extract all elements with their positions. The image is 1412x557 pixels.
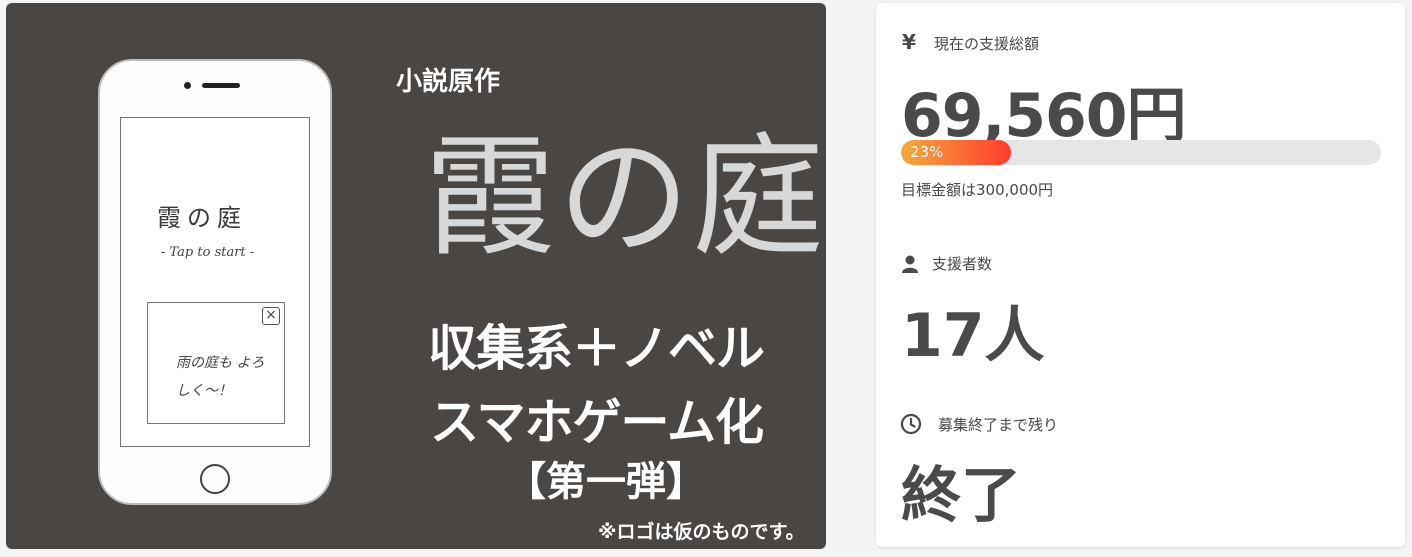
phone-illustration: 霞の庭 - Tap to start - × 雨の庭も よろしく〜！ bbox=[98, 59, 332, 505]
hero-note: ※ロゴは仮のものです。 bbox=[598, 521, 805, 543]
funding-progress-label: 23% bbox=[910, 143, 944, 161]
total-amount-label: 現在の支援総額 bbox=[934, 35, 1040, 53]
hero-subtitle: 小説原作 bbox=[396, 67, 501, 97]
remaining-label: 募集終了まで残り bbox=[938, 416, 1059, 434]
phone-screen-title: 霞の庭 bbox=[157, 204, 247, 232]
phone-home-button bbox=[200, 464, 230, 494]
supporters-value: 17人 bbox=[901, 301, 1045, 371]
phone-tap-text: - Tap to start - bbox=[161, 245, 255, 260]
yen-icon: ¥ bbox=[902, 30, 916, 54]
hero-tagline-3: 【第一弾】 bbox=[506, 459, 706, 505]
close-icon: × bbox=[262, 307, 280, 325]
person-icon bbox=[902, 255, 918, 277]
project-image: 霞の庭 - Tap to start - × 雨の庭も よろしく〜！ 小説原作 … bbox=[6, 3, 826, 549]
funding-progress-bar: 23% bbox=[901, 140, 1381, 165]
goal-amount: 目標金額は300,000円 bbox=[901, 181, 1054, 199]
funding-stats-panel: ¥ 現在の支援総額 69,560円 23% 目標金額は300,000円 支援者数… bbox=[876, 3, 1405, 547]
remaining-value: 終了 bbox=[901, 461, 1021, 531]
hero-title: 霞の庭 bbox=[424, 121, 826, 275]
hero-tagline-2: スマホゲーム化 bbox=[430, 394, 764, 451]
hero-tagline-1: 収集系＋ノベル bbox=[428, 320, 765, 377]
clock-icon bbox=[900, 413, 922, 439]
phone-dialog-text: 雨の庭も よろしく〜！ bbox=[176, 355, 265, 399]
phone-camera-dot bbox=[184, 82, 191, 89]
supporters-label: 支援者数 bbox=[932, 255, 993, 273]
phone-dialog: × 雨の庭も よろしく〜！ bbox=[147, 302, 285, 424]
phone-speaker bbox=[202, 83, 240, 88]
phone-screen: 霞の庭 - Tap to start - × 雨の庭も よろしく〜！ bbox=[120, 117, 310, 447]
